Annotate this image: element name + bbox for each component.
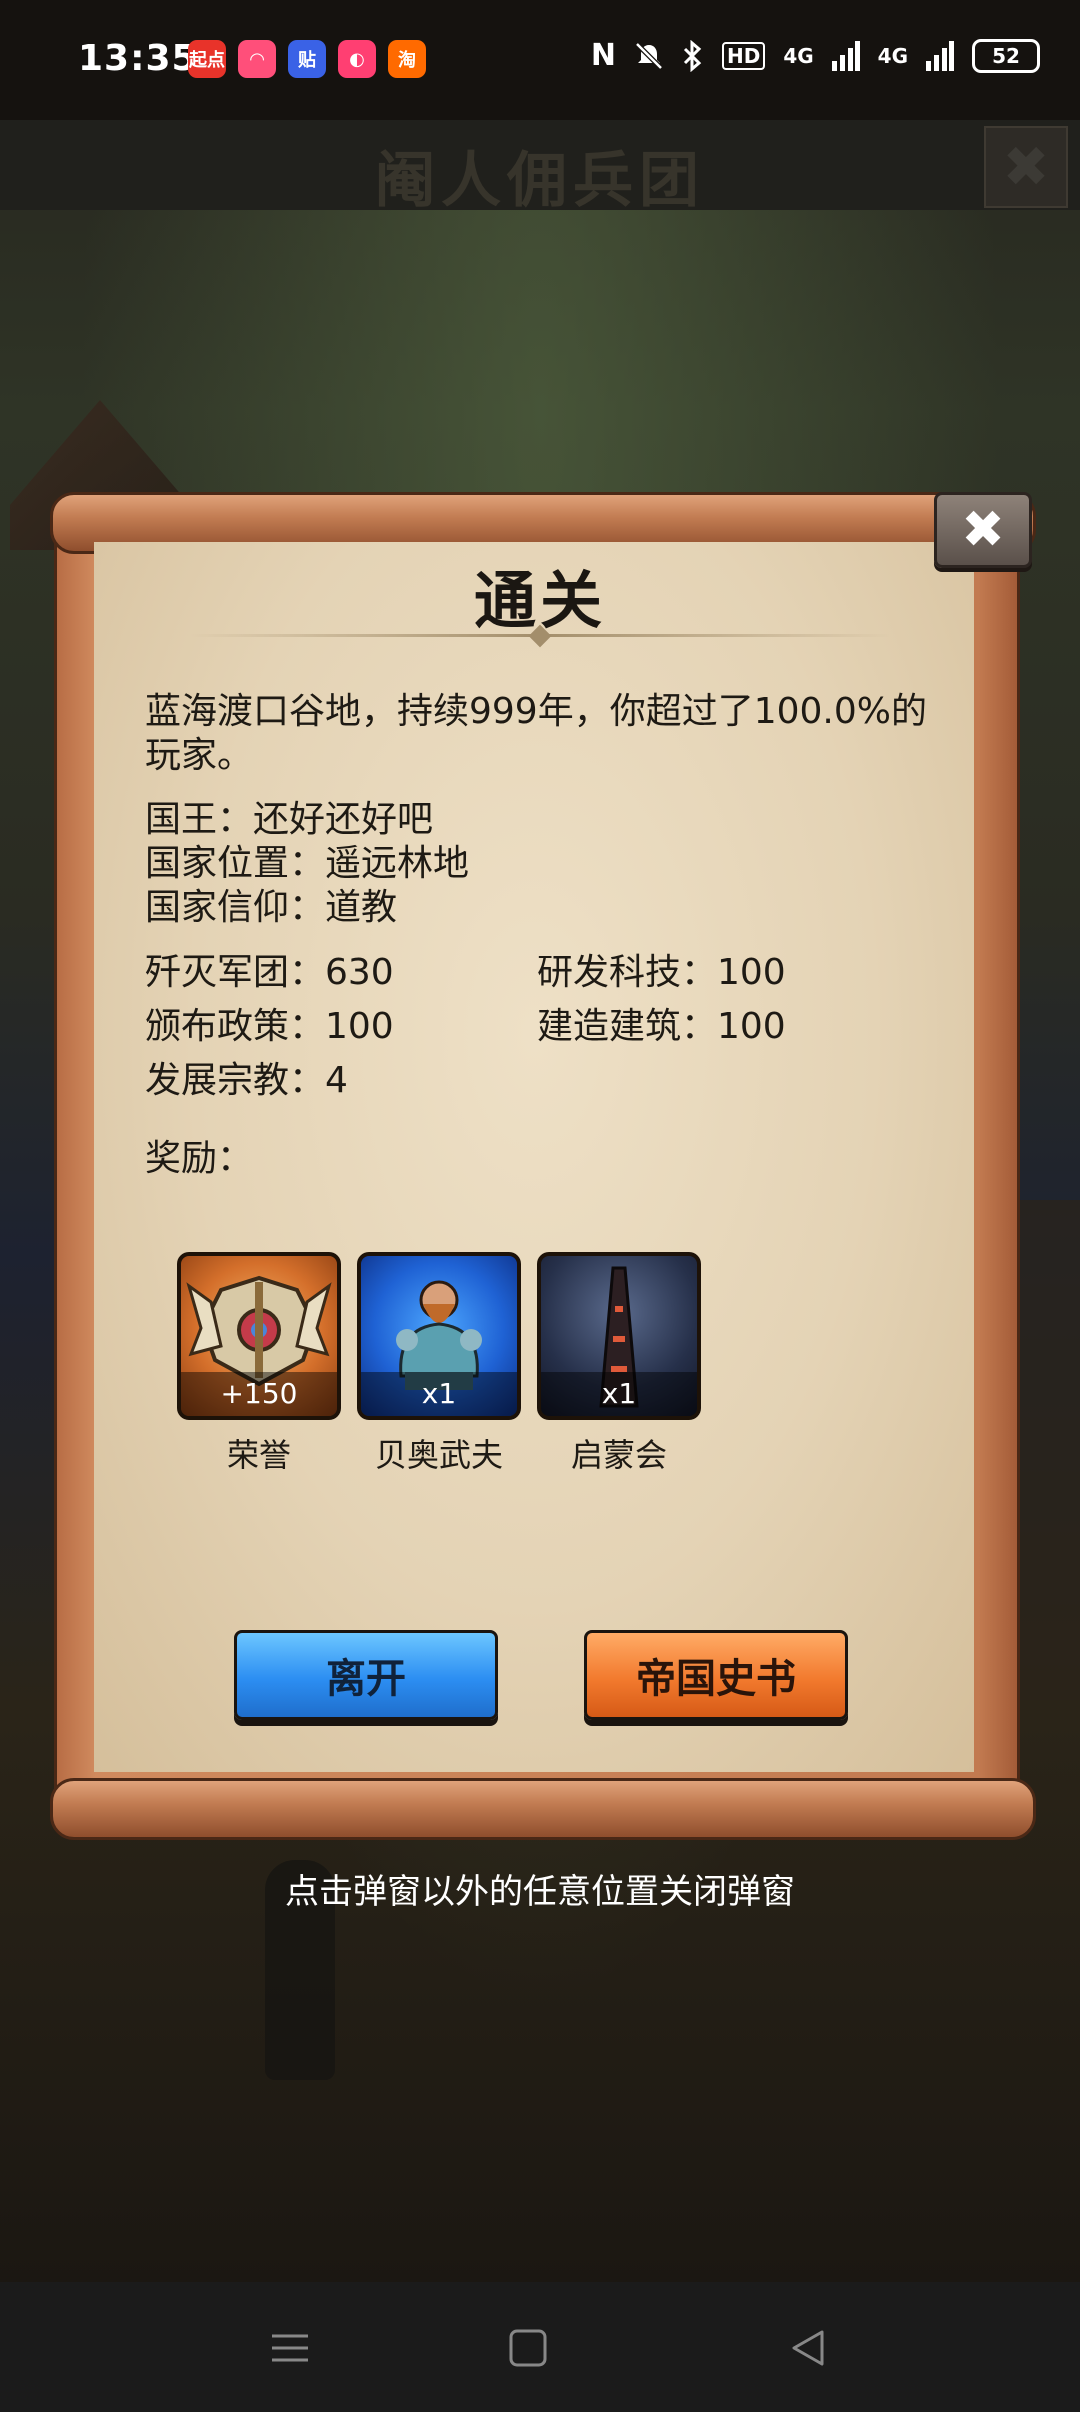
reward-tile[interactable]: x1 (537, 1252, 701, 1420)
battery-icon: 52 (972, 38, 1040, 73)
menu-icon (272, 2334, 308, 2362)
reward-tile[interactable]: +150 (177, 1252, 341, 1420)
pink-app-icon: ◐ (338, 40, 376, 78)
reward-quantity: x1 (541, 1372, 697, 1416)
reward-item[interactable]: x1 贝奥武夫 (357, 1252, 521, 1476)
status-time: 13:35 (78, 38, 198, 79)
chat-app-icon: ◠ (238, 40, 276, 78)
game-summary: 蓝海渡口谷地，持续999年，你超过了100.0%的玩家。 (145, 691, 927, 776)
status-indicators: N HD 4G 4G 52 (591, 38, 1040, 73)
kingdom-religion: 国家信仰：道教 (145, 887, 398, 928)
qidian-app-icon: 起点 (188, 40, 226, 78)
hd-icon: HD (721, 41, 766, 70)
notification-icons: 起点 ◠ 贴 ◐ 淘 (188, 40, 426, 78)
king-name: 国王：还好还好吧 (145, 799, 434, 840)
stat-policies-enacted: 颁布政策：100 (145, 1006, 394, 1047)
stats-grid: 歼灭军团：630 研发科技：100 颁布政策：100 建造建筑：100 发展宗教… (145, 950, 905, 1104)
reward-item[interactable]: +150 荣誉 (177, 1252, 341, 1476)
kingdom-location: 国家位置：遥远林地 (145, 843, 470, 884)
stat-buildings-built: 建造建筑：100 (537, 1006, 786, 1047)
nfc-icon: N (590, 38, 616, 73)
game-close-icon[interactable]: ✖ (984, 126, 1068, 208)
taobao-app-icon: 淘 (388, 40, 426, 78)
signal-4g-label-2: 4G (877, 43, 908, 68)
signal-strength-icon (831, 40, 860, 71)
leave-button[interactable]: 离开 (234, 1630, 498, 1720)
game-title: 阉人佣兵团 (375, 146, 705, 216)
home-button[interactable] (498, 2320, 558, 2376)
reward-quantity: x1 (361, 1372, 517, 1416)
scroll-rod-bottom (50, 1778, 1036, 1840)
stat-religions-developed: 发展宗教：4 (145, 1060, 348, 1101)
reward-quantity: +150 (181, 1372, 337, 1416)
home-icon (509, 2329, 547, 2367)
back-icon (792, 2330, 824, 2366)
stat-tech-researched: 研发科技：100 (537, 952, 786, 993)
game-header: 阉人佣兵团 ✖ (0, 120, 1080, 216)
rewards-list: +150 荣誉 x1 贝奥武夫 x1 启蒙会 (177, 1252, 701, 1476)
reward-name: 贝奥武夫 (374, 1436, 503, 1474)
signal-4g-label-1: 4G (783, 43, 814, 68)
status-bar: 13:35 起点 ◠ 贴 ◐ 淘 N HD 4G 4G 52 (0, 0, 1080, 120)
reward-tile[interactable]: x1 (357, 1252, 521, 1420)
reward-item[interactable]: x1 启蒙会 (537, 1252, 701, 1476)
empire-history-button[interactable]: 帝国史书 (584, 1630, 848, 1720)
signal-strength-icon-2 (926, 40, 954, 71)
rewards-label: 奖励： (145, 1138, 254, 1179)
stat-legions-destroyed: 歼灭军团：630 (145, 952, 394, 993)
dismiss-hint: 点击弹窗以外的任意位置关闭弹窗 (285, 1872, 795, 1912)
mute-icon (635, 41, 663, 70)
reward-name: 启蒙会 (570, 1436, 667, 1474)
menu-button[interactable] (260, 2320, 320, 2376)
tieba-app-icon: 贴 (288, 40, 326, 78)
navigation-bar (0, 2282, 1080, 2412)
reward-name: 荣誉 (226, 1436, 291, 1474)
bluetooth-icon (683, 39, 702, 72)
victory-dialog: ✖ 通关 蓝海渡口谷地，持续999年，你超过了100.0%的玩家。 国王：还好还… (50, 492, 1036, 1842)
back-button[interactable] (778, 2320, 838, 2376)
kingdom-info: 国王：还好还好吧 国家位置：遥远林地 国家信仰：道教 (145, 798, 469, 930)
